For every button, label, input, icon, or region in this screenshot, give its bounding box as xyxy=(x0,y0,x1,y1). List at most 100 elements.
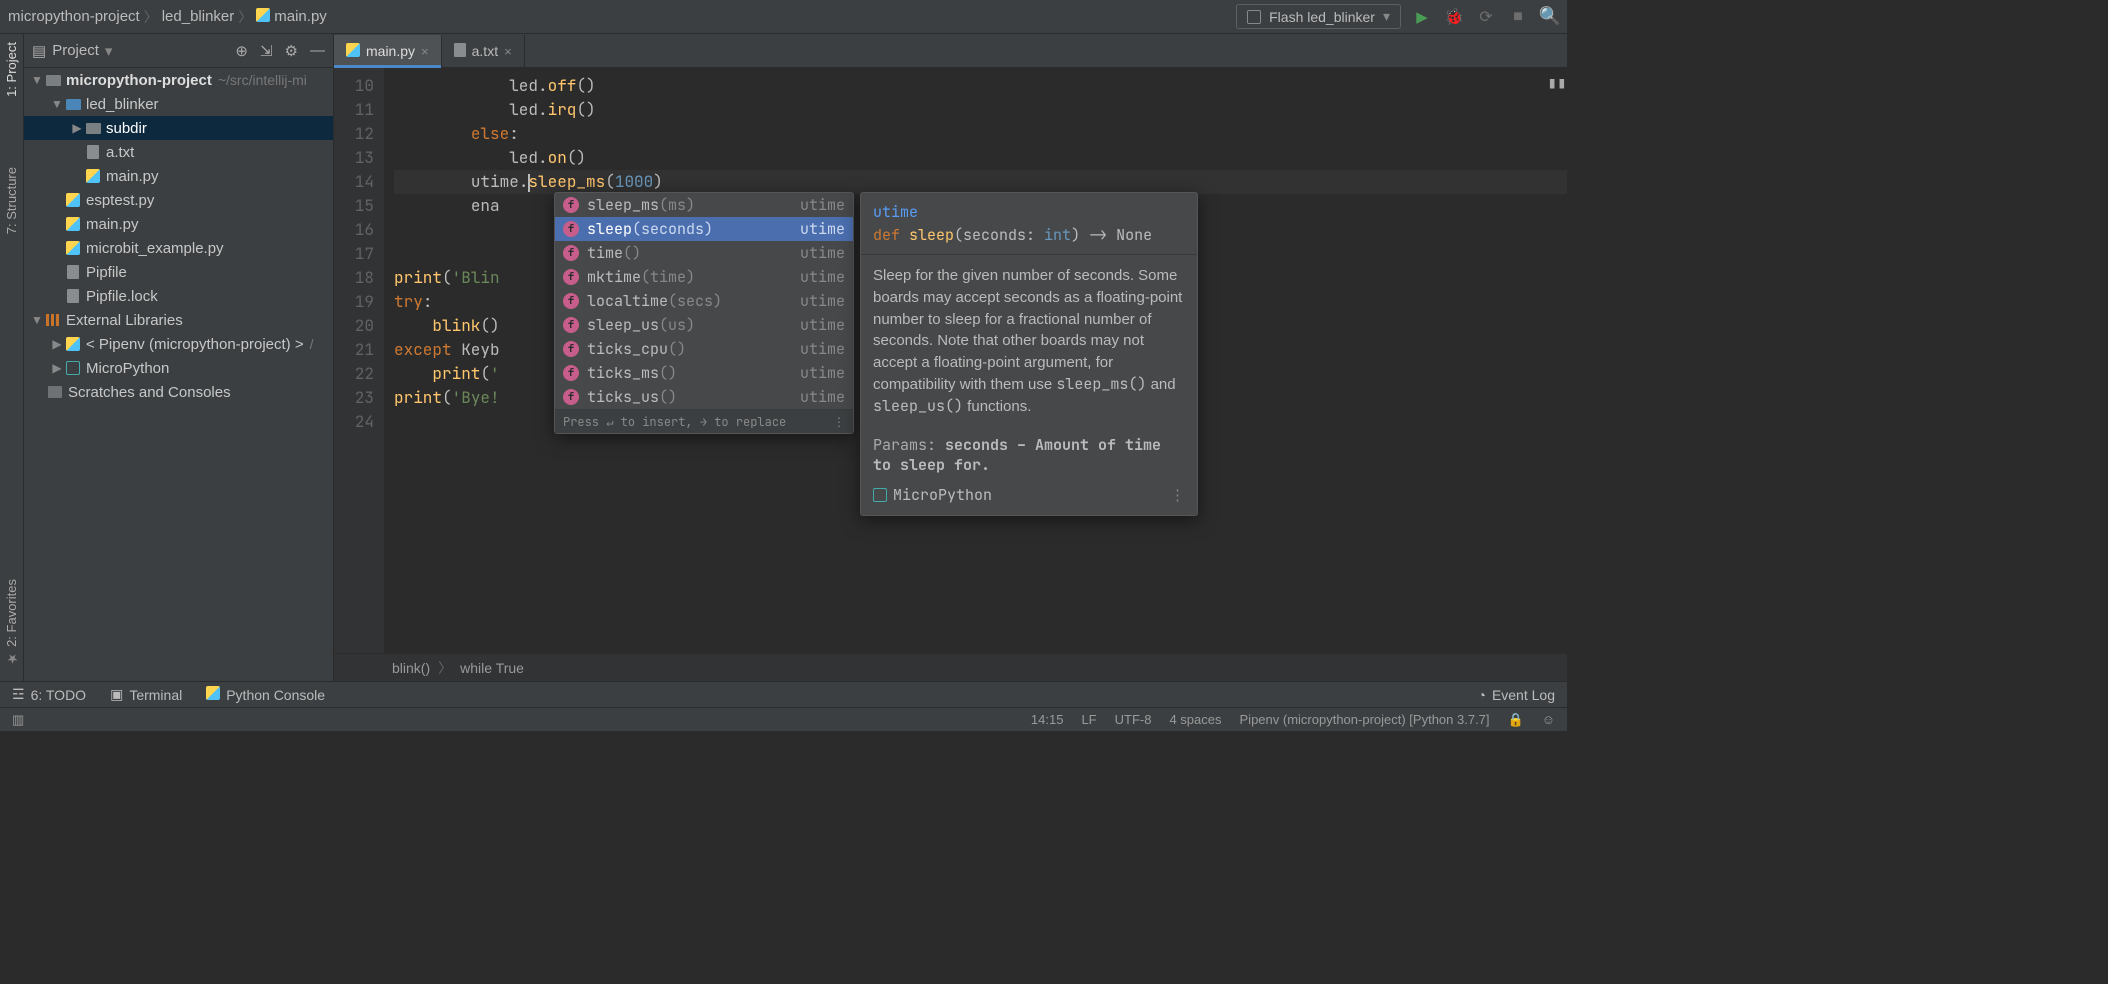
project-view-selector[interactable]: ▤ Project ▾ xyxy=(32,42,112,60)
txt-icon xyxy=(64,265,82,279)
completion-item[interactable]: flocaltime(secs)utime xyxy=(555,289,853,313)
locate-icon[interactable]: ⊕ xyxy=(235,42,248,60)
editor-body[interactable]: 101112131415161718192021222324 led.off()… xyxy=(334,68,1567,653)
tree-item[interactable]: Pipfile.lock xyxy=(24,284,333,308)
close-tab-icon[interactable]: × xyxy=(504,44,512,59)
crumb-item[interactable]: while True xyxy=(460,660,524,676)
editor-area: main.py×a.txt× 1011121314151617181920212… xyxy=(334,34,1567,681)
status-lock-icon[interactable]: 🔒 xyxy=(1508,712,1524,728)
doc-params: Params: seconds – Amount of time to slee… xyxy=(861,427,1197,479)
settings-gear-icon[interactable]: ⚙ xyxy=(285,42,298,60)
crumb-1[interactable]: led_blinker xyxy=(162,8,235,25)
crumb-item[interactable]: blink() xyxy=(392,660,430,676)
tree-item[interactable]: a.txt xyxy=(24,140,333,164)
completion-item[interactable]: fticks_cpu()utime xyxy=(555,337,853,361)
debug-button[interactable]: 🐞 xyxy=(1445,8,1463,26)
completion-item[interactable]: fmktime(time)utime xyxy=(555,265,853,289)
event-log-button[interactable]: ◔ Event Log xyxy=(1477,687,1555,703)
crumb-0[interactable]: micropython-project xyxy=(8,8,140,25)
toolwindows-toggle-icon[interactable]: ▥ xyxy=(12,712,24,728)
completion-more-icon[interactable]: ⋮ xyxy=(833,414,845,430)
status-inspection-icon[interactable]: ☺ xyxy=(1542,712,1555,727)
completion-popup[interactable]: fsleep_ms(ms)utimefsleep(seconds)utimeft… xyxy=(554,192,854,434)
hide-panel-icon[interactable]: — xyxy=(310,42,325,60)
documentation-popup[interactable]: utime def sleep(seconds: int) -> None Sl… xyxy=(860,192,1198,516)
tool-favorites-tab[interactable]: ★ 2: Favorites xyxy=(4,579,19,666)
status-encoding[interactable]: UTF-8 xyxy=(1115,712,1152,727)
function-kind-icon: f xyxy=(563,365,579,381)
stop-button[interactable]: ■ xyxy=(1509,8,1527,26)
bottom-tool-python-console[interactable]: Python Console xyxy=(206,686,325,703)
editor-right-gutter: ▮▮ xyxy=(1547,68,1567,93)
editor-tab[interactable]: main.py× xyxy=(334,35,442,67)
completion-item[interactable]: fsleep_us(us)utime xyxy=(555,313,853,337)
editor-gutter: 101112131415161718192021222324 xyxy=(334,68,384,653)
tree-item[interactable]: main.py xyxy=(24,212,333,236)
micropython-icon xyxy=(64,361,82,375)
function-kind-icon: f xyxy=(563,341,579,357)
external-libraries[interactable]: ▼ External Libraries xyxy=(24,308,333,332)
scratches-icon xyxy=(46,386,64,398)
status-line-ending[interactable]: LF xyxy=(1081,712,1096,727)
py-icon xyxy=(84,169,102,183)
function-kind-icon: f xyxy=(563,293,579,309)
txt-icon xyxy=(454,43,466,60)
tool-project-tab[interactable]: 1: Project xyxy=(4,42,19,97)
status-indent[interactable]: 4 spaces xyxy=(1169,712,1221,727)
expand-collapse-icon[interactable]: ⇲ xyxy=(260,42,273,60)
status-interpreter[interactable]: Pipenv (micropython-project) [Python 3.7… xyxy=(1240,712,1490,727)
code-line[interactable]: led.off() xyxy=(394,74,1567,98)
completion-item[interactable]: fticks_us()utime xyxy=(555,385,853,409)
tree-root[interactable]: ▼ micropython-project ~/src/intellij-mi xyxy=(24,68,333,92)
doc-signature: utime def sleep(seconds: int) -> None xyxy=(861,193,1197,255)
breadcrumb[interactable]: micropython-project 〉 led_blinker 〉 main… xyxy=(8,7,327,27)
code-text[interactable]: led.off() led.irq() else: led.on() utime… xyxy=(384,68,1567,653)
status-time[interactable]: 14:15 xyxy=(1031,712,1064,727)
completion-item[interactable]: ftime()utime xyxy=(555,241,853,265)
folder-icon xyxy=(44,75,62,86)
tool-structure-tab[interactable]: 7: Structure xyxy=(4,167,19,234)
tree-item[interactable]: microbit_example.py xyxy=(24,236,333,260)
completion-item[interactable]: fticks_ms()utime xyxy=(555,361,853,385)
completion-item[interactable]: fsleep_ms(ms)utime xyxy=(555,193,853,217)
editor-tab[interactable]: a.txt× xyxy=(442,35,525,67)
tree-item[interactable]: main.py xyxy=(24,164,333,188)
py-icon xyxy=(346,43,360,60)
project-panel-header: ▤ Project ▾ ⊕ ⇲ ⚙ — xyxy=(24,34,333,68)
bottom-tool-6-todo[interactable]: ☲6: TODO xyxy=(12,686,86,703)
crumb-sep: 〉 xyxy=(144,7,158,27)
rerun-button[interactable]: ⟳ xyxy=(1477,8,1495,26)
python-icon xyxy=(206,686,220,703)
code-line[interactable]: led.on() xyxy=(394,146,1567,170)
pause-analysis-icon[interactable]: ▮▮ xyxy=(1547,72,1566,93)
micropython-icon xyxy=(873,488,887,502)
tree-item[interactable]: ▶subdir xyxy=(24,116,333,140)
txt-icon xyxy=(64,289,82,303)
tree-item[interactable]: ▼led_blinker xyxy=(24,92,333,116)
pipenv-node[interactable]: ▶ < Pipenv (micropython-project) > / xyxy=(24,332,333,356)
left-toolwindow-stripe: 1: Project 7: Structure ★ 2: Favorites xyxy=(0,34,24,681)
editor-tabs: main.py×a.txt× xyxy=(334,34,1567,68)
bottom-tool-terminal[interactable]: ▣Terminal xyxy=(110,686,182,703)
close-tab-icon[interactable]: × xyxy=(421,44,429,59)
code-line[interactable]: utime.sleep_ms(1000) xyxy=(394,170,1567,194)
project-tree[interactable]: ▼ micropython-project ~/src/intellij-mi … xyxy=(24,68,333,681)
doc-more-icon[interactable]: ⋮ xyxy=(1170,485,1185,505)
run-config-label: Flash led_blinker xyxy=(1269,9,1375,25)
function-kind-icon: f xyxy=(563,245,579,261)
scratches-node[interactable]: Scratches and Consoles xyxy=(24,380,333,404)
crumb-2[interactable]: main.py xyxy=(274,8,327,25)
doc-description: Sleep for the given number of seconds. S… xyxy=(861,255,1197,427)
search-everywhere-button[interactable]: 🔍 xyxy=(1541,8,1559,26)
status-bar: ▥ 14:15 LF UTF-8 4 spaces Pipenv (microp… xyxy=(0,707,1567,731)
tree-item[interactable]: esptest.py xyxy=(24,188,333,212)
micropython-lib-node[interactable]: ▶ MicroPython xyxy=(24,356,333,380)
code-line[interactable]: else: xyxy=(394,122,1567,146)
tree-item[interactable]: Pipfile xyxy=(24,260,333,284)
run-button[interactable]: ▶ xyxy=(1413,8,1431,26)
completion-item[interactable]: fsleep(seconds)utime xyxy=(555,217,853,241)
breadcrumbs-bar[interactable]: blink() 〉 while True xyxy=(334,653,1567,681)
code-line[interactable]: led.irq() xyxy=(394,98,1567,122)
run-config-selector[interactable]: Flash led_blinker ▾ xyxy=(1236,4,1401,29)
event-log-icon: ◔ xyxy=(1477,687,1485,703)
